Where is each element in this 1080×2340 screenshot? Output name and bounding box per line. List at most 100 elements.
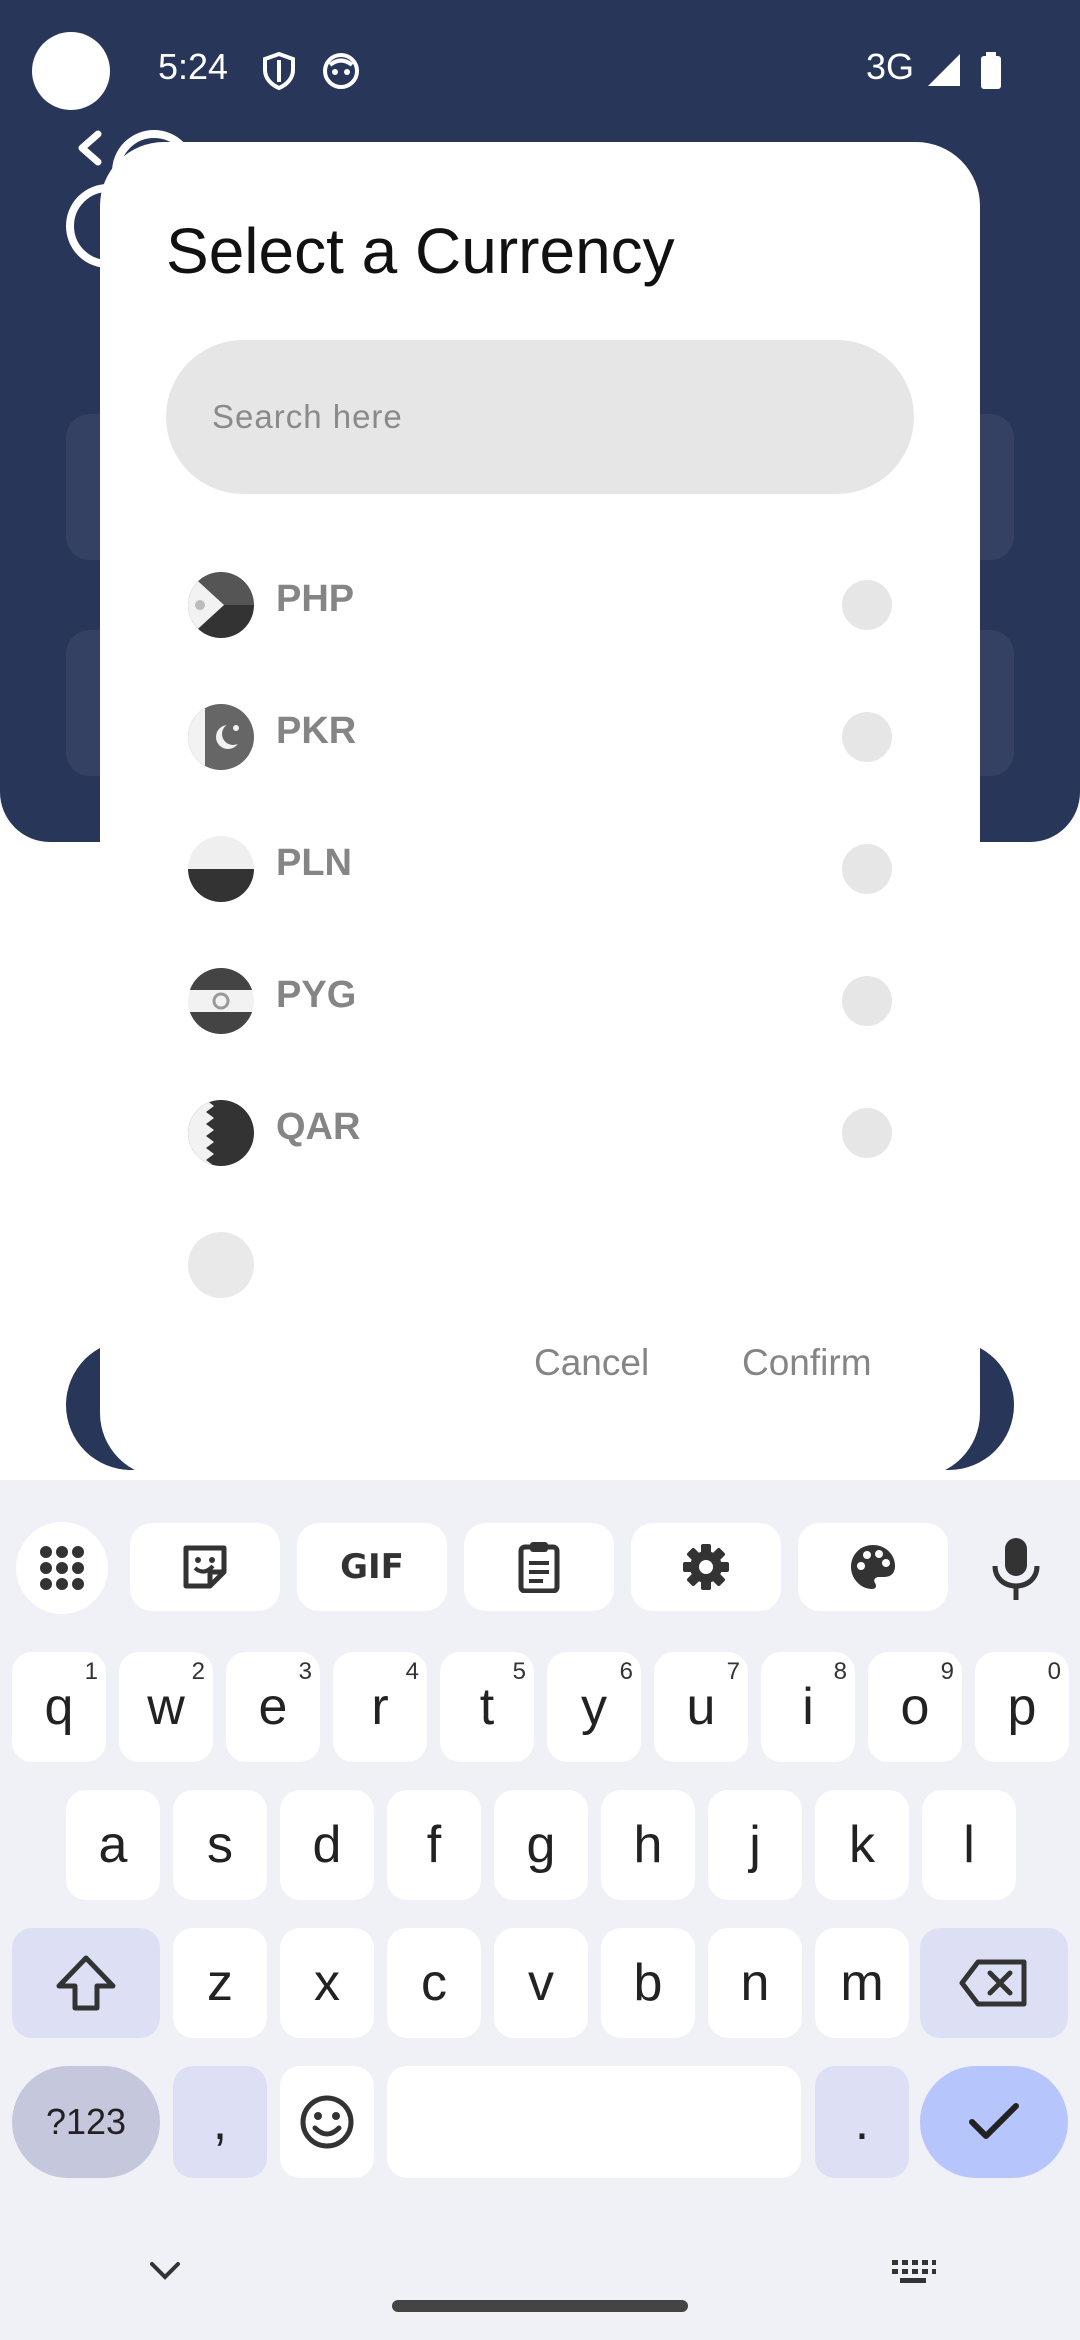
key-label: w	[147, 1678, 185, 1736]
enter-key[interactable]	[920, 2066, 1068, 2178]
currency-list[interactable]: PHP PKR PLN PYG QAR	[166, 542, 914, 1382]
key-j[interactable]: j	[708, 1790, 802, 1900]
emoji-icon	[300, 2095, 354, 2149]
key-label: i	[802, 1678, 814, 1736]
currency-radio[interactable]	[842, 712, 892, 762]
soft-keyboard: GIF	[0, 1500, 1080, 2340]
cancel-button[interactable]: Cancel	[534, 1342, 649, 1384]
currency-radio[interactable]	[842, 844, 892, 894]
confirm-button[interactable]: Confirm	[742, 1342, 872, 1384]
camera-cutout	[32, 32, 110, 110]
comma-key[interactable]: ,	[173, 2066, 267, 2178]
currency-row-pyg[interactable]: PYG	[166, 938, 914, 1068]
gif-label: GIF	[340, 1547, 404, 1587]
currency-row-pkr[interactable]: PKR	[166, 674, 914, 804]
key-label: o	[900, 1678, 930, 1736]
pyg-flag-icon	[188, 968, 254, 1034]
signal-icon	[928, 54, 960, 86]
key-label: y	[581, 1678, 607, 1736]
backspace-key[interactable]	[920, 1928, 1068, 2038]
backspace-icon	[959, 1959, 1027, 2007]
currency-row-partial[interactable]	[166, 1202, 914, 1332]
search-input[interactable]	[166, 340, 914, 494]
emoji-key[interactable]	[280, 2066, 374, 2178]
key-u[interactable]: u7	[654, 1652, 748, 1762]
pkr-flag-icon	[188, 704, 254, 770]
key-label: q	[44, 1678, 74, 1736]
status-time: 5:24	[158, 46, 229, 87]
key-label: t	[479, 1678, 495, 1736]
key-k[interactable]: k	[815, 1790, 909, 1900]
currency-row-php[interactable]: PHP	[166, 542, 914, 672]
key-p[interactable]: p0	[975, 1652, 1069, 1762]
key-hint: 3	[298, 1658, 312, 1685]
symbols-key[interactable]: ?123	[12, 2066, 160, 2178]
key-hint: 7	[726, 1658, 740, 1685]
key-e[interactable]: e3	[226, 1652, 320, 1762]
key-label: r	[371, 1678, 389, 1736]
space-key[interactable]	[387, 2066, 801, 2178]
clipboard-icon	[518, 1542, 560, 1593]
sticker-button[interactable]	[130, 1523, 280, 1611]
key-hint: 2	[191, 1658, 205, 1685]
checkmark-icon	[969, 2103, 1019, 2139]
period-key[interactable]: .	[815, 2066, 909, 2178]
shield-icon	[263, 52, 295, 90]
key-c[interactable]: c	[387, 1928, 481, 2038]
php-flag-icon	[188, 572, 254, 638]
key-m[interactable]: m	[815, 1928, 909, 2038]
settings-icon	[683, 1544, 729, 1590]
key-y[interactable]: y6	[547, 1652, 641, 1762]
clipboard-button[interactable]	[464, 1523, 614, 1611]
currency-code: PYG	[276, 974, 357, 1016]
shift-key[interactable]	[12, 1928, 160, 2038]
status-bar: 5:24 3G	[0, 0, 1080, 140]
partial-flag-icon	[188, 1232, 254, 1298]
currency-code: QAR	[276, 1106, 361, 1148]
settings-button[interactable]	[631, 1523, 781, 1611]
key-n[interactable]: n	[708, 1928, 802, 2038]
key-l[interactable]: l	[922, 1790, 1016, 1900]
home-indicator[interactable]	[392, 2300, 688, 2312]
key-g[interactable]: g	[494, 1790, 588, 1900]
keyboard-switch-icon[interactable]	[890, 2258, 936, 2286]
key-s[interactable]: s	[173, 1790, 267, 1900]
currency-row-pln[interactable]: PLN	[166, 806, 914, 936]
currency-radio[interactable]	[842, 580, 892, 630]
key-w[interactable]: w2	[119, 1652, 213, 1762]
apps-grid-button[interactable]	[16, 1522, 108, 1614]
key-hint: 5	[512, 1658, 526, 1685]
battery-icon	[981, 52, 1001, 89]
key-x[interactable]: x	[280, 1928, 374, 2038]
face-icon	[323, 53, 359, 89]
gif-button[interactable]: GIF	[297, 1523, 447, 1611]
dialog-title: Select a Currency	[166, 215, 675, 287]
theme-button[interactable]	[798, 1523, 948, 1611]
key-hint: 1	[84, 1658, 98, 1685]
key-r[interactable]: r4	[333, 1652, 427, 1762]
shift-icon	[56, 1955, 116, 2011]
key-t[interactable]: t5	[440, 1652, 534, 1762]
currency-code: PLN	[276, 842, 352, 884]
key-f[interactable]: f	[387, 1790, 481, 1900]
currency-radio[interactable]	[842, 976, 892, 1026]
mic-icon[interactable]	[988, 1536, 1044, 1604]
key-d[interactable]: d	[280, 1790, 374, 1900]
key-a[interactable]: a	[66, 1790, 160, 1900]
key-hint: 0	[1047, 1658, 1061, 1685]
key-q[interactable]: q1	[12, 1652, 106, 1762]
currency-row-qar[interactable]: QAR	[166, 1070, 914, 1200]
key-i[interactable]: i8	[761, 1652, 855, 1762]
key-hint: 9	[940, 1658, 954, 1685]
currency-dialog: Select a Currency PHP PKR	[100, 142, 980, 1477]
pln-flag-icon	[188, 836, 254, 902]
key-v[interactable]: v	[494, 1928, 588, 2038]
key-o[interactable]: o9	[868, 1652, 962, 1762]
key-h[interactable]: h	[601, 1790, 695, 1900]
key-b[interactable]: b	[601, 1928, 695, 2038]
chevron-down-icon[interactable]	[148, 2260, 182, 2282]
key-z[interactable]: z	[173, 1928, 267, 2038]
key-hint: 6	[619, 1658, 633, 1685]
currency-radio[interactable]	[842, 1108, 892, 1158]
currency-code: PKR	[276, 710, 357, 752]
